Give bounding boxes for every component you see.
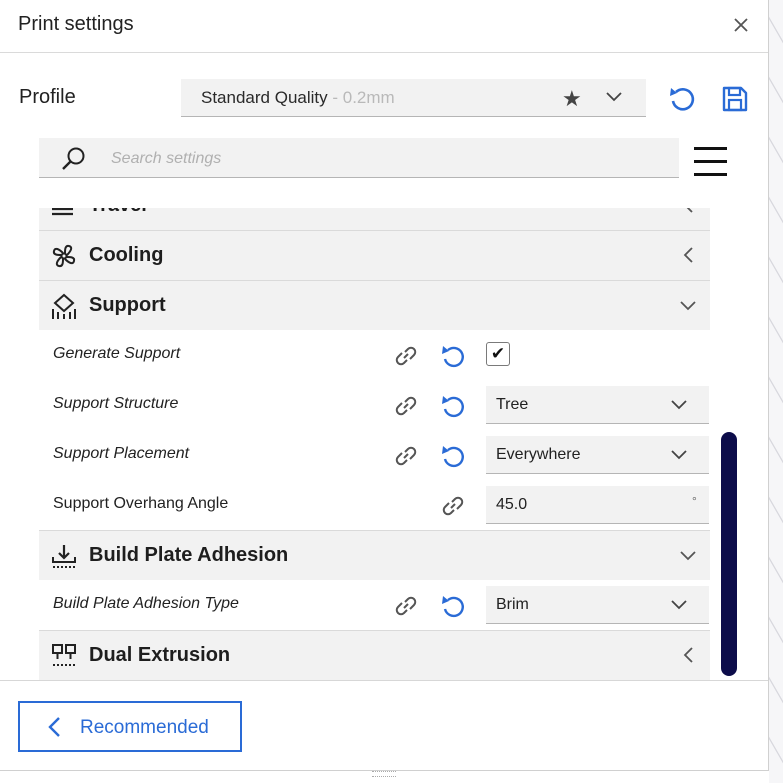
category-label: Support: [89, 294, 166, 316]
reset-icon[interactable]: [439, 443, 467, 471]
setting-support-placement: Support Placement Everywhere: [39, 430, 710, 480]
setting-label: Support Structure: [53, 395, 179, 412]
category-label: Dual Extrusion: [89, 644, 231, 666]
search-field[interactable]: [39, 138, 679, 178]
category-travel[interactable]: Travel: [39, 208, 710, 230]
menu-icon[interactable]: [694, 146, 728, 178]
chevron-down-icon: [680, 301, 696, 311]
print-settings-panel: Print settings Profile Standard Quality …: [0, 0, 769, 771]
chevron-down-icon: [680, 551, 696, 561]
profile-label: Profile: [19, 86, 76, 108]
scrollbar-handle[interactable]: [721, 432, 737, 676]
link-icon: [395, 596, 417, 616]
category-dual-extrusion[interactable]: Dual Extrusion: [39, 630, 710, 680]
setting-label: Generate Support: [53, 345, 181, 362]
chevron-down-icon: [671, 600, 687, 610]
chevron-left-icon: [48, 717, 60, 737]
chevron-left-icon: [683, 247, 693, 263]
generate-support-checkbox[interactable]: ✔: [486, 342, 510, 366]
link-icon: [442, 496, 464, 516]
search-input[interactable]: [109, 146, 633, 172]
category-label: Build Plate Adhesion: [89, 544, 289, 566]
setting-adhesion-type: Build Plate Adhesion Type Brim: [39, 580, 710, 630]
settings-list: Travel Cooling Supp: [39, 208, 710, 680]
fan-icon: [52, 244, 76, 268]
support-structure-dropdown[interactable]: Tree: [486, 386, 709, 424]
adhesion-icon: [52, 545, 76, 568]
travel-icon: [52, 208, 73, 216]
reset-icon[interactable]: [439, 343, 467, 371]
close-button[interactable]: [728, 12, 754, 38]
link-icon: [395, 346, 417, 366]
unit-label: °: [692, 494, 697, 508]
dropdown-value: Brim: [496, 596, 529, 613]
setting-label: Support Overhang Angle: [53, 495, 229, 512]
category-build-plate-adhesion[interactable]: Build Plate Adhesion: [39, 530, 710, 580]
category-support[interactable]: Support: [39, 280, 710, 330]
category-cooling[interactable]: Cooling: [39, 230, 710, 280]
star-icon[interactable]: ★: [562, 86, 582, 112]
support-icon: [52, 293, 76, 319]
chevron-left-icon: [686, 208, 693, 213]
panel-title: Print settings: [18, 13, 134, 35]
resize-grip[interactable]: [372, 771, 396, 777]
chevron-down-icon: [671, 400, 687, 410]
setting-label: Build Plate Adhesion Type: [53, 595, 239, 612]
profile-dropdown[interactable]: Standard Quality - 0.2mm ★: [181, 79, 646, 117]
setting-generate-support: Generate Support ✔: [39, 330, 710, 380]
setting-overhang-angle: Support Overhang Angle 45.0 °: [39, 480, 710, 530]
setting-label: Support Placement: [53, 445, 190, 462]
input-value: 45.0: [496, 496, 528, 513]
title-bar: Print settings: [0, 0, 768, 53]
profile-name: Standard Quality - 0.2mm: [201, 88, 395, 107]
dropdown-value: Tree: [496, 396, 529, 413]
link-icon: [395, 396, 417, 416]
category-label: Travel: [89, 208, 147, 217]
adhesion-type-dropdown[interactable]: Brim: [486, 586, 709, 624]
overhang-angle-input[interactable]: 45.0 °: [486, 486, 709, 524]
reset-icon[interactable]: [439, 593, 467, 621]
chevron-down-icon: [606, 92, 622, 102]
save-icon[interactable]: [720, 84, 750, 114]
setting-support-structure: Support Structure Tree: [39, 380, 710, 430]
dual-extrusion-icon: [52, 644, 76, 666]
chevron-down-icon: [671, 450, 687, 460]
recommended-label: Recommended: [80, 717, 209, 738]
recommended-button[interactable]: Recommended: [18, 701, 242, 752]
support-placement-dropdown[interactable]: Everywhere: [486, 436, 709, 474]
chevron-left-icon: [683, 647, 693, 663]
dropdown-value: Everywhere: [496, 446, 581, 463]
category-label: Cooling: [89, 244, 164, 266]
reset-icon[interactable]: [439, 393, 467, 421]
divider: [0, 680, 768, 681]
link-icon: [395, 446, 417, 466]
close-icon: [734, 18, 748, 32]
viewport-background: [769, 0, 783, 783]
reset-profile-icon[interactable]: [667, 84, 697, 114]
search-icon: [62, 147, 85, 170]
